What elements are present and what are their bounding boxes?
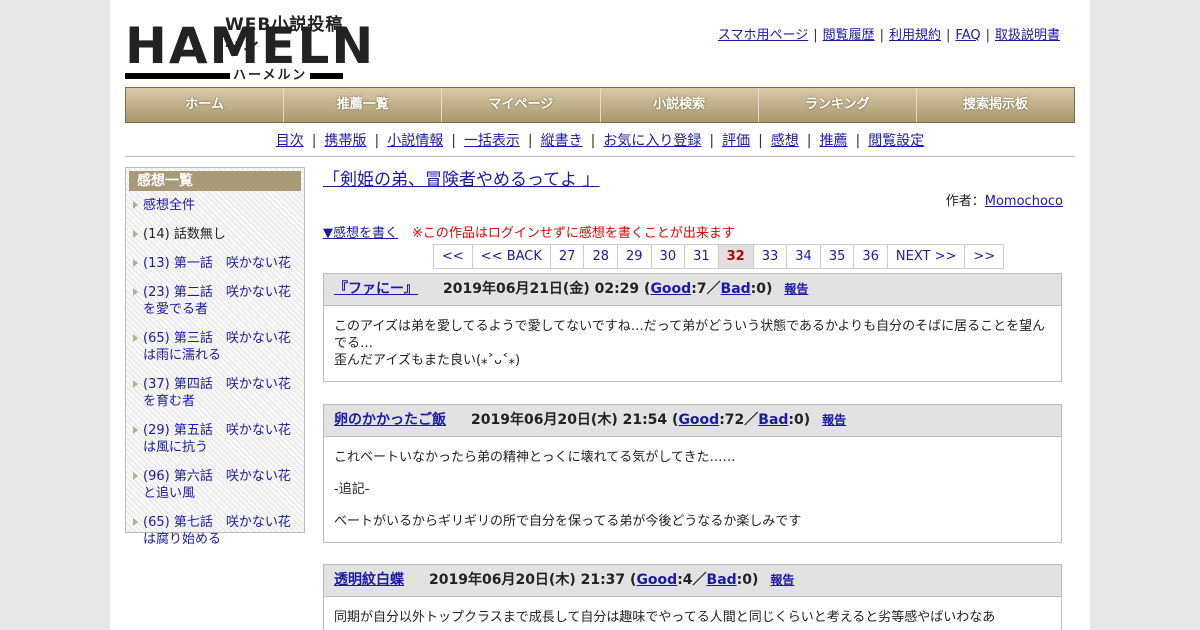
divider	[125, 156, 1075, 157]
bad-link[interactable]: Bad	[707, 572, 737, 588]
good-link[interactable]: Good	[650, 281, 691, 297]
nav-board[interactable]: 捜索掲示板	[917, 88, 1074, 122]
report-link[interactable]: 報告	[822, 413, 846, 427]
pager-first[interactable]: <<	[434, 245, 473, 268]
review-body: 同期が自分以外トップクラスまで成長して自分は趣味でやってる人間と同じくらいと考え…	[324, 597, 1061, 630]
review-text: -追記-	[334, 482, 370, 497]
nav-mypage[interactable]: マイページ	[442, 88, 601, 122]
subnav-favorite[interactable]: お気に入り登録	[603, 133, 701, 149]
write-review-row: ▼感想を書く ※この作品はログインせずに感想を書くことが出来ます	[323, 222, 735, 241]
nav-recommend[interactable]: 推薦一覧	[284, 88, 443, 122]
subnav-reviews[interactable]: 感想	[771, 133, 799, 149]
pager-page[interactable]: 28	[584, 245, 618, 268]
sidebar-item-noepisode: (14) 話数無し	[126, 224, 304, 245]
review-item: 透明紋白蝶 2019年06月20日(木) 21:37 (Good:4／Bad:0)…	[323, 564, 1062, 630]
subnav-vertical[interactable]: 縦書き	[541, 133, 583, 149]
report-link[interactable]: 報告	[770, 573, 794, 587]
pager-page[interactable]: 33	[754, 245, 788, 268]
subnav-info[interactable]: 小説情報	[387, 133, 443, 149]
pager-back[interactable]: << BACK	[473, 245, 551, 268]
main-content: 「剣姫の弟、冒険者やめるってよ 」 作者：Momochoco ▼感想を書く ※この…	[323, 165, 1063, 630]
review-text: 同期が自分以外トップクラスまで成長して自分は趣味でやってる人間と同じくらいと考え…	[334, 610, 996, 625]
reviewer-name[interactable]: 卵のかかったご飯	[334, 412, 446, 428]
author-line: 作者：Momochoco	[946, 190, 1063, 209]
review-header: 『ファにー』 2019年06月21日(金) 02:29 (Good:7／Bad:0…	[324, 274, 1061, 306]
review-text: これベートいなかったら弟の精神とっくに壊れてる気がしてきた……	[334, 450, 736, 465]
link-history[interactable]: 閲覧履歴	[823, 28, 875, 43]
bad-link[interactable]: Bad	[758, 412, 788, 428]
report-link[interactable]: 報告	[784, 282, 808, 296]
sidebar-title: 感想一覧	[129, 171, 301, 191]
sidebar-item-ep2[interactable]: (23) 第二話 咲かない花を愛でる者	[126, 282, 304, 320]
bad-count: :0)	[788, 412, 811, 428]
sidebar-item-ep1[interactable]: (13) 第一話 咲かない花	[126, 253, 304, 274]
good-link[interactable]: Good	[636, 572, 677, 588]
hameln-logo[interactable]: WEB小説投稿サイト HAMELN ハーメルン	[125, 10, 373, 83]
author-label: 作者：	[945, 194, 985, 209]
link-faq[interactable]: FAQ	[955, 28, 980, 43]
reviewer-name[interactable]: 『ファにー』	[334, 281, 418, 297]
write-review-link[interactable]: ▼感想を書く	[323, 226, 398, 241]
subnav-mobile[interactable]: 携帯版	[324, 133, 366, 149]
nav-home[interactable]: ホーム	[126, 88, 285, 122]
pager-current: 32	[718, 245, 754, 268]
link-terms[interactable]: 利用規約	[889, 28, 941, 43]
sidebar-item-all[interactable]: 感想全件	[126, 195, 304, 216]
review-text: このアイズは弟を愛してるようで愛してないですね…だって弟がどういう状態であるかよ…	[334, 319, 1046, 351]
bad-count: :0)	[750, 281, 773, 297]
subnav-recommend[interactable]: 推薦	[820, 133, 848, 149]
nav-ranking[interactable]: ランキング	[759, 88, 917, 122]
login-warning: ※この作品はログインせずに感想を書くことが出来ます	[412, 226, 735, 241]
pager-last[interactable]: >>	[965, 245, 1003, 268]
sidebar-item-ep4[interactable]: (37) 第四話 咲かない花を育む者	[126, 374, 304, 412]
author-name[interactable]: Momochoco	[985, 194, 1063, 209]
sidebar-review-list: 感想一覧 感想全件 (14) 話数無し (13) 第一話 咲かない花 (23) …	[125, 167, 305, 547]
pager-page[interactable]: 29	[618, 245, 652, 268]
pager-page[interactable]: 34	[787, 245, 821, 268]
pagination: << << BACK 27 28 29 30 31 32 33 34 35 36…	[433, 244, 1005, 269]
review-item: 卵のかかったご飯 2019年06月20日(木) 21:54 (Good:72／Ba…	[323, 404, 1062, 543]
subnav-rate[interactable]: 評価	[722, 133, 750, 149]
link-smartphone[interactable]: スマホ用ページ	[718, 28, 808, 43]
novel-title[interactable]: 「剣姫の弟、冒険者やめるってよ 」	[323, 165, 1063, 190]
review-body: これベートいなかったら弟の精神とっくに壊れてる気がしてきた…… -追記- ベート…	[324, 437, 1061, 542]
review-date: 2019年06月20日(木) 21:54 (	[471, 412, 679, 428]
good-count: :7／	[691, 281, 721, 297]
good-link[interactable]: Good	[678, 412, 719, 428]
good-count: :72／	[719, 412, 759, 428]
novel-subnav: 目次 | 携帯版 | 小説情報 | 一括表示 | 縦書き | お気に入り登録 | 評価 | 感想 | 推薦 | 閲覧…	[275, 133, 925, 149]
pager-page[interactable]: 36	[854, 245, 888, 268]
pager-page[interactable]: 27	[551, 245, 585, 268]
main-nav: ホーム 推薦一覧 マイページ 小説検索 ランキング 捜索掲示板	[125, 87, 1075, 123]
good-count: :4／	[677, 572, 707, 588]
logo-kana: ハーメルン	[230, 64, 311, 83]
page: WEB小説投稿サイト HAMELN ハーメルン スマホ用ページ | 閲覧履歴 | 利用規…	[110, 0, 1090, 630]
link-manual[interactable]: 取扱説明書	[995, 28, 1060, 43]
pager-page[interactable]: 31	[685, 245, 719, 268]
sidebar-item-ep7[interactable]: (65) 第七話 咲かない花は腐り始める	[126, 512, 304, 550]
review-body: このアイズは弟を愛してるようで愛してないですね…だって弟がどういう状態であるかよ…	[324, 306, 1061, 381]
review-date: 2019年06月20日(木) 21:37 (	[429, 572, 637, 588]
top-links: スマホ用ページ | 閲覧履歴 | 利用規約 | FAQ | 取扱説明書	[717, 28, 1060, 43]
pager-next[interactable]: NEXT >>	[888, 245, 966, 268]
pager-page[interactable]: 30	[652, 245, 686, 268]
review-header: 卵のかかったご飯 2019年06月20日(木) 21:54 (Good:72／Ba…	[324, 405, 1061, 437]
subnav-toc[interactable]: 目次	[276, 133, 304, 149]
nav-search[interactable]: 小説検索	[601, 88, 759, 122]
sidebar-item-ep6[interactable]: (96) 第六話 咲かない花と追い風	[126, 466, 304, 504]
bad-count: :0)	[736, 572, 759, 588]
subnav-settings[interactable]: 閲覧設定	[868, 133, 924, 149]
sidebar-item-ep3[interactable]: (65) 第三話 咲かない花は雨に濡れる	[126, 328, 304, 366]
review-item: 『ファにー』 2019年06月21日(金) 02:29 (Good:7／Bad:0…	[323, 273, 1062, 382]
sidebar-item-ep5[interactable]: (29) 第五話 咲かない花は風に抗う	[126, 420, 304, 458]
bad-link[interactable]: Bad	[721, 281, 751, 297]
pager-page[interactable]: 35	[821, 245, 855, 268]
review-text: 歪んだアイズもまた良い(⁎˃ᴗ˂⁎)	[334, 353, 521, 368]
subnav-all[interactable]: 一括表示	[464, 133, 520, 149]
review-text: ベートがいるからギリギリの所で自分を保ってる弟が今後どうなるか楽しみです	[334, 514, 802, 529]
reviewer-name[interactable]: 透明紋白蝶	[334, 572, 404, 588]
review-date: 2019年06月21日(金) 02:29 (	[443, 281, 651, 297]
review-header: 透明紋白蝶 2019年06月20日(木) 21:37 (Good:4／Bad:0)…	[324, 565, 1061, 597]
